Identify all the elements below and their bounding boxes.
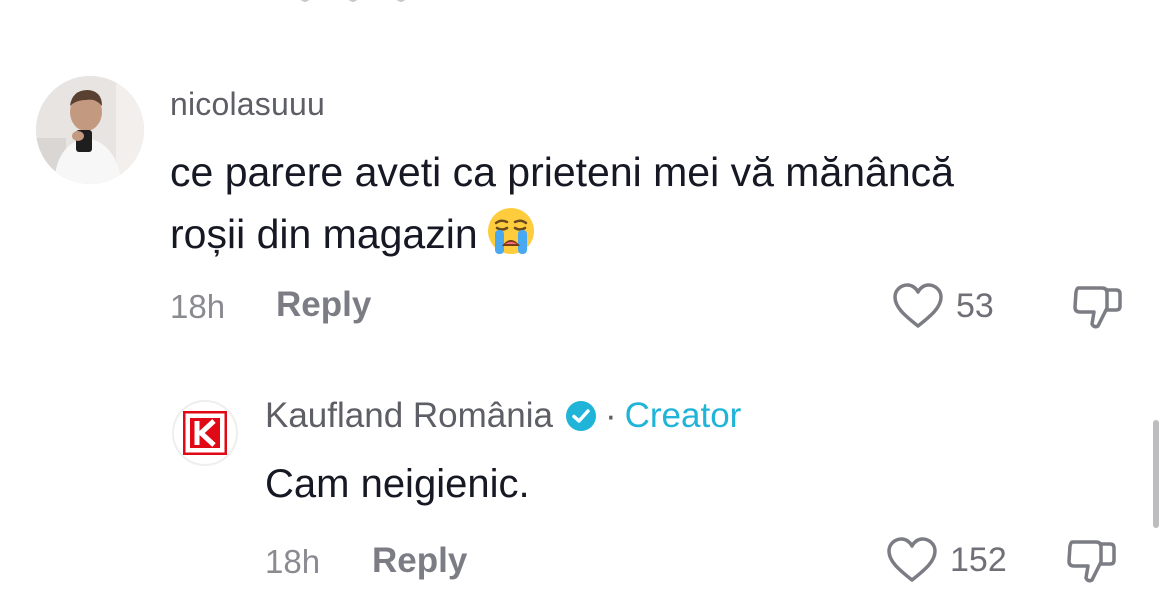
previous-comment-actions-cutoff bbox=[300, 0, 540, 4]
like-button[interactable]: 152 bbox=[886, 537, 1007, 583]
like-count: 53 bbox=[956, 286, 994, 325]
creator-badge-label: Creator bbox=[624, 396, 742, 435]
kaufland-logo-icon bbox=[183, 411, 227, 455]
reply-text: Cam neigienic. bbox=[265, 462, 530, 506]
kaufland-avatar[interactable] bbox=[172, 400, 238, 466]
reply-header: Kaufland România · Creator bbox=[265, 396, 741, 436]
reply-button[interactable]: Reply bbox=[276, 285, 371, 325]
user-photo-icon bbox=[36, 76, 144, 184]
comment-text: ce parere aveti ca prieteni mei vă mănân… bbox=[170, 141, 1110, 265]
like-count: 152 bbox=[950, 540, 1007, 579]
comment-timestamp: 18h bbox=[170, 288, 226, 325]
comment-username[interactable]: nicolasuuu bbox=[170, 86, 325, 123]
comment-text-line-2: roșii din magazin bbox=[170, 203, 1110, 265]
like-button[interactable]: 53 bbox=[892, 283, 994, 329]
dislike-button[interactable] bbox=[1072, 282, 1124, 337]
avatar[interactable] bbox=[36, 76, 144, 184]
reply-timestamp: 18h bbox=[265, 543, 321, 580]
thumbs-down-icon bbox=[1067, 540, 1116, 583]
loudly-crying-face-icon bbox=[486, 206, 536, 256]
scrollbar[interactable] bbox=[1153, 420, 1159, 528]
dislike-button[interactable] bbox=[1066, 536, 1118, 591]
thumbs-down-icon bbox=[1073, 286, 1122, 329]
creator-username[interactable]: Kaufland România bbox=[265, 396, 553, 436]
heart-icon bbox=[887, 537, 937, 582]
heart-icon bbox=[893, 283, 943, 328]
comment-text-line-content: roșii din magazin bbox=[170, 211, 478, 257]
separator-dot: · bbox=[604, 396, 617, 435]
comment-text-line: ce parere aveti ca prieteni mei vă mănân… bbox=[170, 149, 954, 195]
reply-button[interactable]: Reply bbox=[372, 541, 467, 581]
verified-badge-icon bbox=[565, 400, 597, 432]
